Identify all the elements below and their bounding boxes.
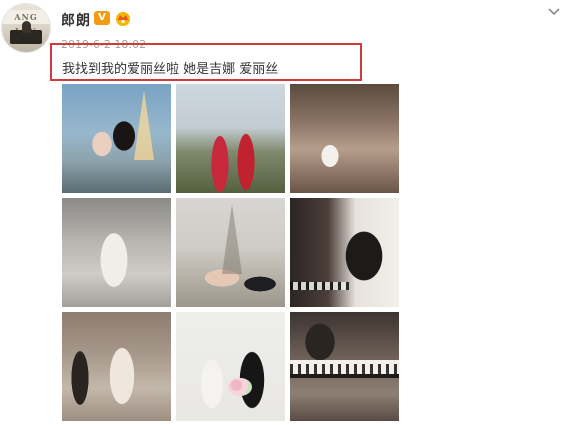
avatar[interactable]: ANG LAN <box>2 4 50 52</box>
eiffel-tower-couple-photo[interactable] <box>62 84 171 193</box>
piano-keys <box>290 282 349 290</box>
verified-icon: V <box>94 11 110 25</box>
bride-veil-photo[interactable] <box>62 198 171 307</box>
bouquet <box>228 378 252 396</box>
couple-bouquet-photo[interactable] <box>176 312 285 421</box>
avatar-person <box>22 21 31 33</box>
paris-cafe-photo[interactable] <box>290 84 399 193</box>
eiffel-tower-shape <box>222 204 242 274</box>
piano-player-photo[interactable] <box>290 198 399 307</box>
crown-icon <box>116 12 130 26</box>
weibo-post: ANG LAN 郎朗 V 2019-6-2 18:02 我找到我的爱丽丝啦 她是… <box>0 0 563 425</box>
red-traditional-outfit-photo[interactable] <box>176 84 285 193</box>
eiffel-tower-shape <box>134 90 154 160</box>
piano-keys <box>290 364 399 374</box>
bride-window-photo[interactable] <box>62 312 171 421</box>
post-text: 我找到我的爱丽丝啦 她是吉娜 爱丽丝 <box>62 62 279 77</box>
hands-eiffel-tower-photo[interactable] <box>176 198 285 307</box>
chevron-down-icon[interactable] <box>547 7 561 17</box>
user-name[interactable]: 郎朗 <box>61 10 91 30</box>
couple-piano-keys-photo[interactable] <box>290 312 399 421</box>
photo-grid <box>62 84 399 421</box>
